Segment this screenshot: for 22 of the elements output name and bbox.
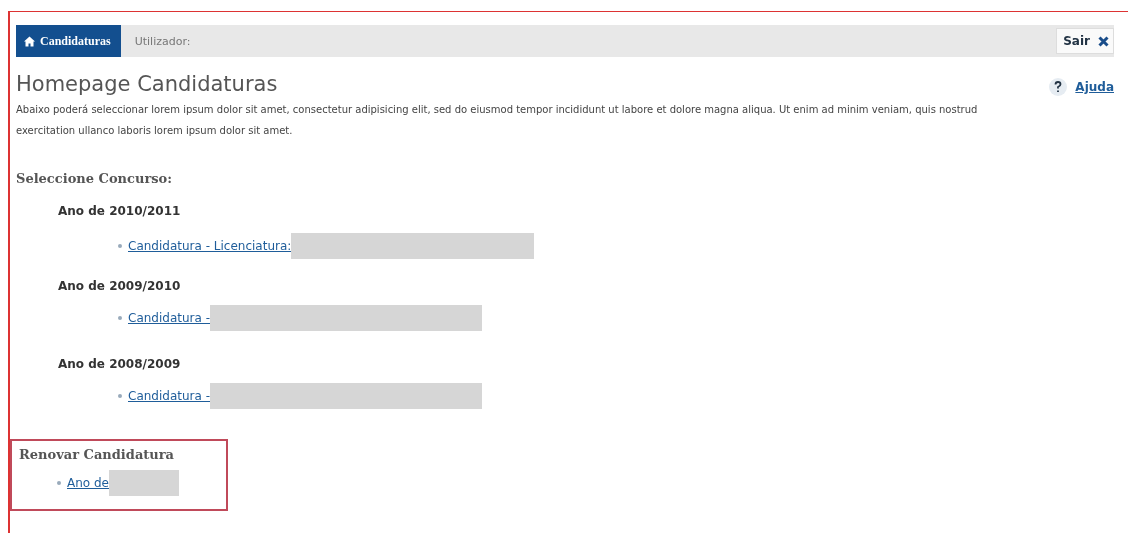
user-label: Utilizador:	[133, 33, 192, 50]
candidacy-link[interactable]: Candidatura - Licenciatura:	[128, 239, 292, 253]
bullet-icon	[118, 394, 122, 398]
candidacy-link[interactable]: Ano de	[67, 476, 109, 490]
year-heading: Ano de 2010/2011	[58, 204, 182, 218]
bullet-icon	[57, 481, 61, 485]
home-tab[interactable]: Candidaturas	[16, 25, 121, 57]
candidacy-link[interactable]: Candidatura -	[128, 389, 210, 403]
bullet-icon	[118, 316, 122, 320]
help-icon	[1049, 78, 1068, 96]
candidacy-link[interactable]: Candidatura -	[128, 311, 210, 325]
logout-button[interactable]: Sair	[1056, 28, 1114, 54]
description-text: Abaixo poderá seleccionar lorem ipsum dolor sit amet, consectetur adipisicing elit, sed do eiusmod tempor incididunt ut labore et dolore magna aliqua. Ut enim ad minim veniam, quis nostrud exercitation ullanco laboris lorem ipsum dolor sit amet.	[16, 103, 979, 138]
home-icon	[24, 35, 35, 47]
page-title: Homepage Candidaturas	[16, 71, 279, 97]
help-link[interactable]: Ajuda	[1075, 80, 1114, 94]
close-icon	[1098, 35, 1109, 47]
bullet-icon	[118, 244, 122, 248]
section-heading: Seleccione Concurso:	[16, 171, 174, 186]
section-heading: Renovar Candidatura	[19, 447, 176, 462]
year-heading: Ano de 2009/2010	[58, 279, 182, 293]
year-heading: Ano de 2008/2009	[58, 357, 182, 371]
